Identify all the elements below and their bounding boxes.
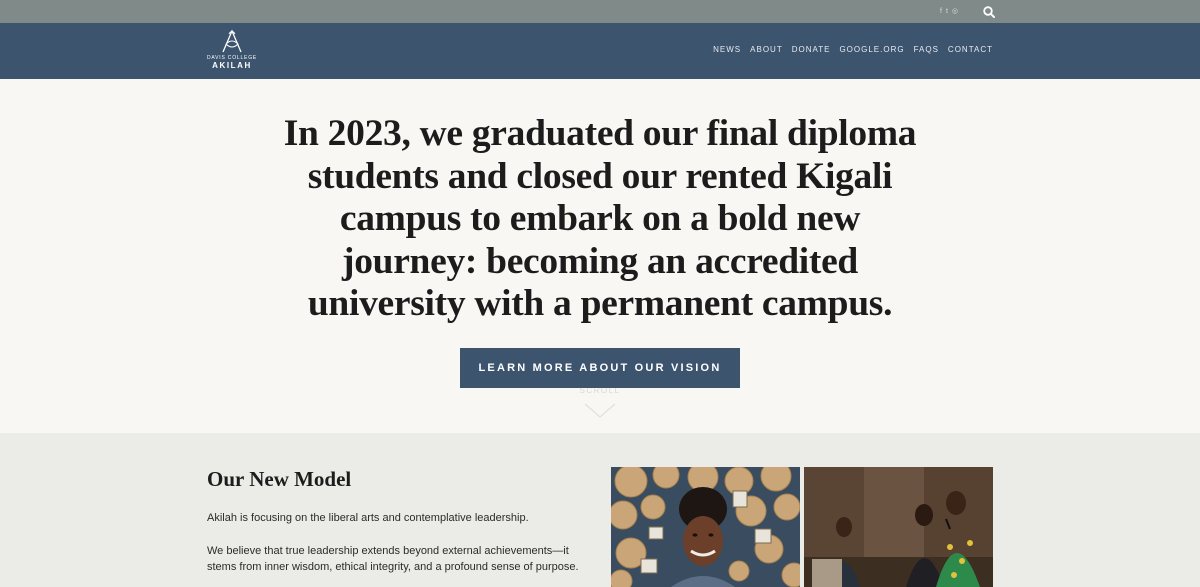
main-navbar: DAVIS COLLEGE AKILAH NEWS ABOUT DONATE G… (0, 23, 1200, 79)
nav-faqs[interactable]: FAQS (914, 45, 939, 55)
top-utility-bar: f t ◎ (0, 0, 1200, 23)
hero-headline: In 2023, we graduated our final diploma … (283, 113, 917, 324)
panel-discussion-photo (804, 467, 993, 587)
logo-name: AKILAH (212, 61, 252, 70)
model-paragraph-1: Akilah is focusing on the liberal arts a… (207, 512, 529, 524)
section-heading: Our New Model (207, 467, 352, 491)
search-icon[interactable] (982, 5, 996, 19)
nav-google-org[interactable]: GOOGLE.ORG (839, 45, 904, 55)
social-links: f t ◎ (940, 8, 958, 15)
nav-donate[interactable]: DONATE (792, 45, 831, 55)
new-model-section: Our New Model Akilah is focusing on the … (0, 433, 1200, 587)
twitter-icon[interactable]: t (946, 8, 948, 15)
nav-menu: NEWS ABOUT DONATE GOOGLE.ORG FAQS CONTAC… (713, 45, 993, 55)
hero-section: In 2023, we graduated our final diploma … (0, 79, 1200, 433)
chevron-down-icon[interactable] (584, 403, 616, 419)
instagram-icon[interactable]: ◎ (952, 8, 958, 15)
model-paragraph-2: We believe that true leadership extends … (207, 545, 579, 573)
nav-contact[interactable]: CONTACT (948, 45, 993, 55)
nav-about[interactable]: ABOUT (750, 45, 783, 55)
nav-news[interactable]: NEWS (713, 45, 741, 55)
student-portrait-photo (611, 467, 800, 587)
learn-more-button[interactable]: LEARN MORE ABOUT OUR VISION (460, 348, 740, 388)
logo-mark-icon (222, 29, 242, 53)
facebook-icon[interactable]: f (940, 8, 942, 15)
site-logo[interactable]: DAVIS COLLEGE AKILAH (206, 28, 258, 74)
